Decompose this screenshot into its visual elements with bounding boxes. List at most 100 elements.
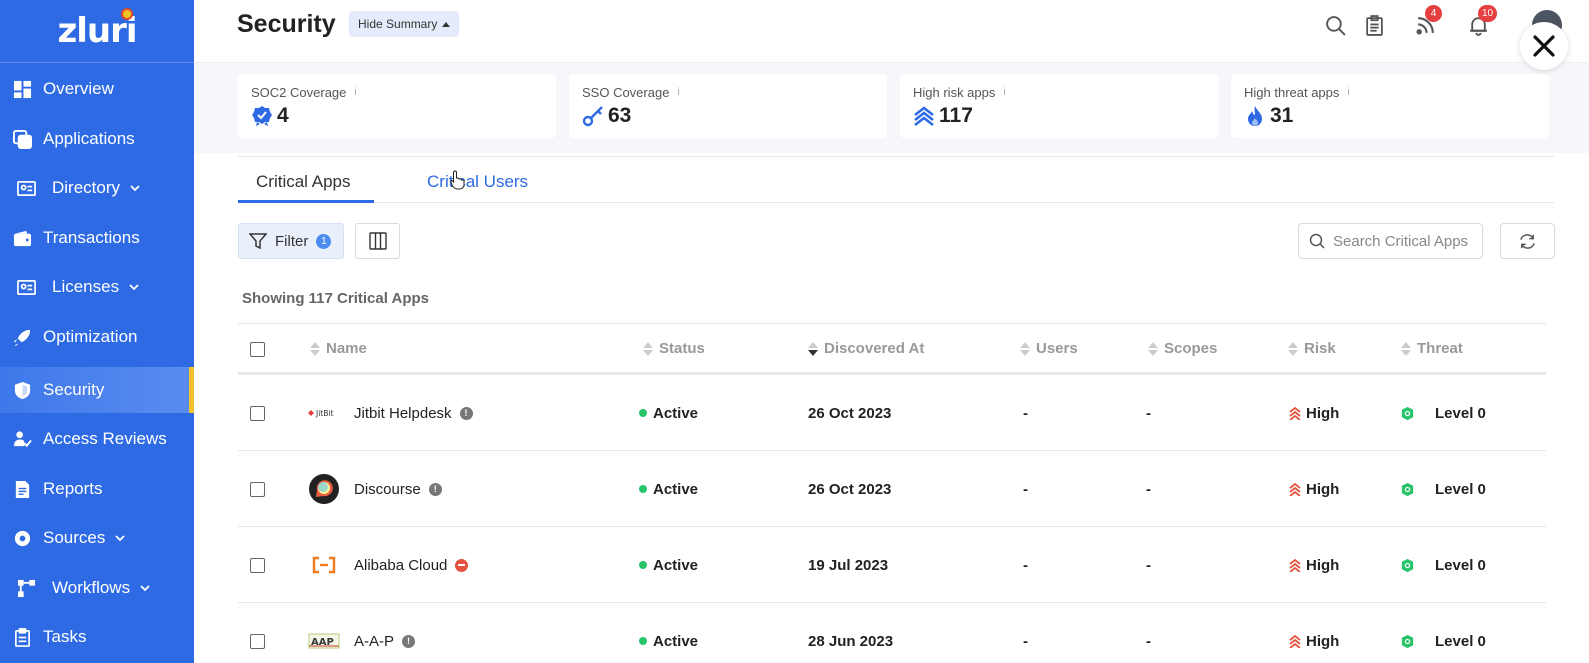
columns-icon <box>368 232 387 250</box>
card-value: 4 <box>277 104 289 127</box>
sidebar-item-applications[interactable]: Applications <box>0 116 194 162</box>
tab-critical-apps[interactable]: Critical Apps <box>256 172 350 192</box>
users-cell: - <box>1023 375 1028 451</box>
blocked-icon[interactable] <box>455 558 469 572</box>
column-header-risk[interactable]: Risk <box>1288 340 1336 357</box>
name-cell: Discourse ! <box>308 451 442 527</box>
sidebar-item-directory[interactable]: Directory <box>0 165 194 211</box>
app-name[interactable]: Discourse <box>354 481 421 498</box>
column-header-threat[interactable]: Threat <box>1401 340 1463 357</box>
bell-icon[interactable]: 10 <box>1466 5 1498 37</box>
threat-cell: Level 0 <box>1400 375 1486 451</box>
table-row[interactable]: JitBit Jitbit Helpdesk ! Active 26 Oct 2… <box>238 375 1546 451</box>
flame-icon <box>1248 106 1262 126</box>
filter-count-badge: 1 <box>316 233 332 249</box>
status-cell: Active <box>639 603 698 663</box>
columns-button[interactable] <box>355 223 400 259</box>
refresh-icon <box>1520 233 1535 249</box>
info-icon[interactable]: i <box>1003 87 1005 98</box>
summary-card-soc2[interactable]: SOC2 Coverage i 4 <box>238 74 556 138</box>
close-icon <box>1533 35 1555 57</box>
search-field[interactable] <box>1298 223 1483 259</box>
app-name[interactable]: Alibaba Cloud <box>354 557 447 574</box>
column-header-users[interactable]: Users <box>1020 340 1078 357</box>
summary-card-high-threat[interactable]: High threat apps i 31 <box>1231 74 1549 138</box>
tab-critical-users[interactable]: Critical Users <box>427 172 528 192</box>
sidebar-item-tasks[interactable]: Tasks <box>0 614 194 660</box>
app-name[interactable]: Jitbit Helpdesk <box>354 405 452 422</box>
row-checkbox[interactable] <box>250 633 265 649</box>
table-row[interactable]: AAP A-A-P ! Active 28 Jun 2023 - - High … <box>238 603 1546 663</box>
hide-summary-button[interactable]: Hide Summary <box>349 11 460 37</box>
feed-icon[interactable]: 4 <box>1413 5 1442 37</box>
search-input[interactable] <box>1333 232 1483 250</box>
card-label: High threat apps <box>1244 85 1340 100</box>
sort-icon <box>643 341 653 356</box>
table-row[interactable]: Discourse ! Active 26 Oct 2023 - - High … <box>238 451 1546 527</box>
discovered-date: 26 Oct 2023 <box>808 404 892 422</box>
column-header-discovered-at[interactable]: Discovered At <box>808 340 924 357</box>
info-icon[interactable]: ! <box>402 634 416 648</box>
info-icon[interactable]: i <box>1347 87 1349 98</box>
risk-high-icon <box>1289 558 1301 572</box>
column-header-name[interactable]: Name <box>310 340 367 357</box>
summary-card-sso[interactable]: SSO Coverage i 63 <box>569 74 887 138</box>
info-icon[interactable]: ! <box>459 406 473 420</box>
table-row[interactable]: Alibaba Cloud Active 19 Jul 2023 - - Hig… <box>238 527 1546 603</box>
risk-cell: High <box>1288 527 1339 603</box>
info-icon[interactable]: ! <box>428 482 442 496</box>
sidebar-item-sources[interactable]: Sources <box>0 515 194 561</box>
row-checkbox[interactable] <box>250 405 265 421</box>
close-button[interactable] <box>1520 22 1568 70</box>
discovered-date: 19 Jul 2023 <box>808 556 889 574</box>
row-checkbox[interactable] <box>250 557 265 573</box>
discovered-date: 28 Jun 2023 <box>808 632 894 650</box>
sidebar-item-label: Security <box>43 380 105 399</box>
logo-dot-icon <box>121 8 133 20</box>
sidebar-item-access-reviews[interactable]: Access Reviews <box>0 416 194 462</box>
discovered-cell: 19 Jul 2023 <box>808 527 888 603</box>
risk-value: High <box>1306 404 1340 422</box>
name-cell: AAP A-A-P ! <box>308 603 416 663</box>
users-value: - <box>1023 480 1028 498</box>
sidebar-item-licenses[interactable]: Licenses <box>0 264 194 310</box>
sidebar-item-transactions[interactable]: Transactions <box>0 215 194 261</box>
checkbox[interactable] <box>250 342 265 357</box>
card-label: SSO Coverage <box>582 85 670 100</box>
status-dot-icon <box>639 637 647 645</box>
sidebar-item-label: Tasks <box>43 627 87 646</box>
select-all-checkbox[interactable] <box>250 342 265 357</box>
sidebar: zluri Overview Applications Directory Tr… <box>0 0 194 663</box>
scopes-value: - <box>1146 632 1151 650</box>
filter-button[interactable]: Filter 1 <box>238 223 344 259</box>
chevron-down-icon <box>130 183 140 193</box>
sort-icon <box>1401 341 1411 356</box>
name-cell: Alibaba Cloud <box>308 527 469 603</box>
sidebar-item-security[interactable]: Security <box>0 367 194 413</box>
dashboard-icon <box>12 79 32 99</box>
card-label: SOC2 Coverage <box>251 85 347 100</box>
clipboard-icon[interactable] <box>1362 13 1386 37</box>
zluri-logo[interactable]: zluri <box>0 0 194 63</box>
chevron-down-icon <box>140 583 150 593</box>
risk-value: High <box>1306 480 1340 498</box>
info-icon[interactable]: i <box>677 87 679 98</box>
summary-card-high-risk[interactable]: High risk apps i 117 <box>900 74 1218 138</box>
row-checkbox[interactable] <box>250 481 265 497</box>
sidebar-item-workflows[interactable]: Workflows <box>0 565 194 611</box>
column-header-scopes[interactable]: Scopes <box>1148 340 1217 357</box>
applications-icon <box>12 129 32 149</box>
tab-bar: Critical Apps Critical Users <box>238 156 1554 203</box>
search-icon[interactable] <box>1323 13 1347 37</box>
threat-shield-icon <box>1401 482 1414 496</box>
sidebar-item-reports[interactable]: Reports <box>0 466 194 512</box>
refresh-button[interactable] <box>1500 223 1555 259</box>
workflow-icon <box>16 578 36 598</box>
status-text: Active <box>653 480 699 498</box>
hand-cursor-icon <box>450 170 465 190</box>
info-icon[interactable]: i <box>354 87 356 98</box>
sidebar-item-overview[interactable]: Overview <box>0 66 194 112</box>
column-header-status[interactable]: Status <box>643 340 705 357</box>
app-name[interactable]: A-A-P <box>354 633 394 650</box>
sidebar-item-optimization[interactable]: Optimization <box>0 314 194 360</box>
